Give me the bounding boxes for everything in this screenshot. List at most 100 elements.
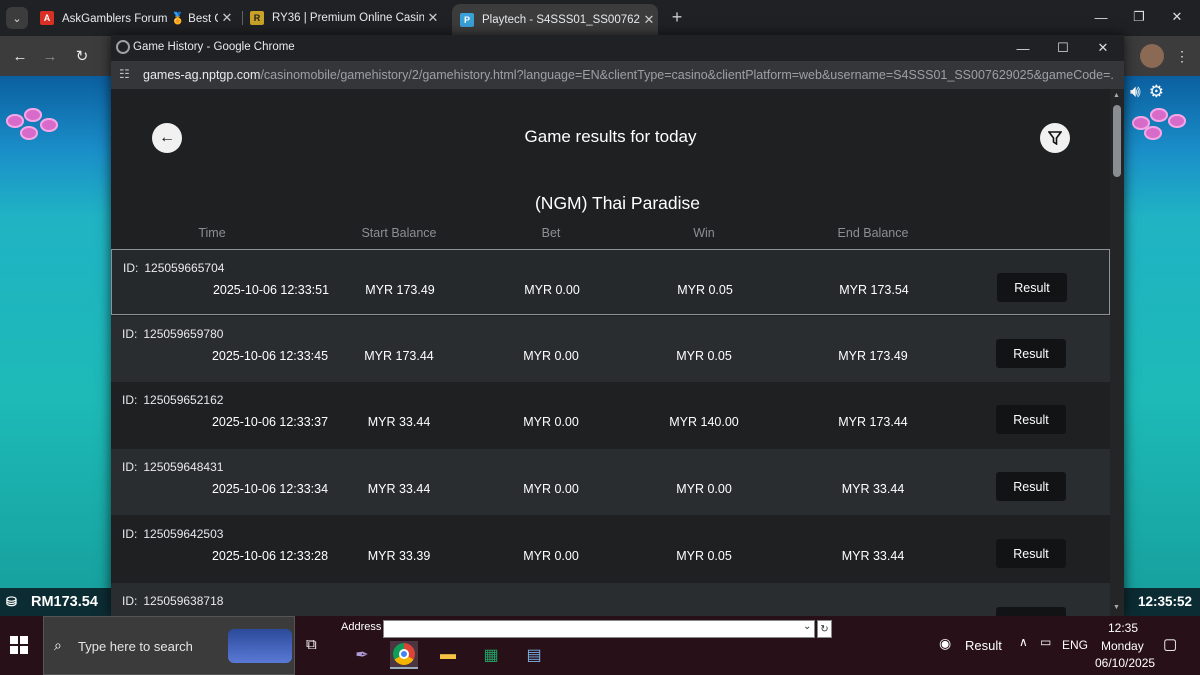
table-row[interactable]: ID: 125059659780 2025-10-06 12:33:45 MYR … [111,316,1110,382]
tab-separator [242,11,243,25]
tab-label: Playtech - S4SSS01_SS00762903 [482,14,640,26]
address-dropdown-icon[interactable]: ⌄ [803,621,811,632]
popup-url[interactable]: games-ag.nptgp.com/casinomobile/gamehist… [143,68,1113,82]
address-refresh-icon[interactable]: ↻ [817,620,832,638]
result-button[interactable]: Result [996,539,1066,568]
filter-funnel-icon[interactable] [1040,123,1070,153]
row-win: MYR 140.00 [669,415,739,429]
row-id: ID: 125059648431 [122,460,224,474]
tray-time[interactable]: 12:35 [1108,621,1138,635]
result-button[interactable] [996,607,1066,616]
row-id: ID: 125059638718 [122,594,224,608]
popup-minimize-icon[interactable]: — [1005,38,1041,58]
new-tab-plus-icon[interactable]: + [666,6,688,28]
address-input[interactable] [383,620,815,638]
chrome-logo [393,643,415,665]
scrollbar[interactable]: ▲ ▼ [1110,89,1124,616]
result-button[interactable]: Result [996,339,1066,368]
row-end-balance: MYR 173.54 [839,283,909,297]
tab-close-icon[interactable]: ✕ [424,10,442,26]
profile-avatar[interactable] [1140,44,1164,68]
taskbar-search[interactable]: ⌕ Type here to search [43,616,295,675]
result-button[interactable]: Result [996,472,1066,501]
tab-search-chevron-icon[interactable]: ⌄ [6,7,28,29]
orchid-flower-icon [1130,108,1190,148]
forward-arrow-icon[interactable]: → [38,44,62,68]
table-row[interactable]: ID: 125059652162 2025-10-06 12:33:37 MYR … [111,382,1110,448]
column-header-win: Win [693,226,715,240]
url-path: /casinomobile/gamehistory/2/gamehistory.… [260,68,1113,82]
tray-day[interactable]: Monday [1101,639,1144,653]
scroll-up-arrow-icon[interactable]: ▲ [1113,92,1120,99]
popup-title: Game History - Google Chrome [133,41,295,53]
site-info-icon[interactable]: ☷ [119,67,130,81]
chrome-taskbar-icon[interactable] [390,641,418,669]
row-end-balance: MYR 33.44 [841,549,905,563]
table-row[interactable]: ID: 125059648431 2025-10-06 12:33:34 MYR … [111,449,1110,515]
table-row[interactable]: ID: 125059638718 [111,583,1110,616]
tab-close-icon[interactable]: ✕ [640,12,658,28]
row-end-balance: MYR 173.44 [838,415,908,429]
taskbar: ⌕ Type here to search ⧉ Address ⌄ ↻ ✒ ▬ … [0,616,1200,675]
row-win: MYR 0.00 [676,482,732,496]
orchid-flower-icon [4,108,64,148]
outer-tab-bar: ⌄ A AskGamblers Forum 🏅 Best C ✕ R RY36 … [0,0,1200,36]
coin-stack-icon: ⛁ [6,594,17,609]
row-win: MYR 0.05 [676,549,732,563]
row-id: ID: 125059665704 [123,261,225,275]
show-hidden-icons-chevron-icon[interactable]: ∧ [1019,635,1028,649]
tab-playtech[interactable]: P Playtech - S4SSS01_SS00762903 ✕ [452,4,658,36]
history-page: ← Game results for today (NGM) Thai Para… [111,89,1110,616]
scrollbar-thumb[interactable] [1113,105,1121,177]
tab-label: RY36 | Premium Online Casino [272,12,424,24]
game-name: (NGM) Thai Paradise [534,193,700,213]
game-clock: 12:35:52 [1137,594,1192,609]
tab-close-icon[interactable]: ✕ [218,10,236,26]
window-close-icon[interactable]: ✕ [1154,4,1200,30]
scroll-down-arrow-icon[interactable]: ▼ [1113,604,1120,611]
row-id: ID: 125059659780 [122,327,224,341]
table-row[interactable]: ID: 125059642503 2025-10-06 12:33:28 MYR … [111,516,1110,582]
popup-maximize-icon[interactable]: ☐ [1045,38,1081,58]
game-controls: 🔊︎ ⚙ [1122,82,1164,102]
feather-app-icon[interactable]: ✒ [348,641,376,669]
chrome-icon [116,40,130,54]
address-label: Address [341,621,382,633]
popup-url-bar[interactable]: ☷ games-ag.nptgp.com/casinomobile/gamehi… [111,61,1124,89]
table-row[interactable]: ID: 125059665704 2025-10-06 12:33:51 MYR … [111,249,1110,315]
spreadsheet-app-icon[interactable]: ▦ [477,641,505,669]
result-button[interactable]: Result [996,405,1066,434]
back-arrow-icon[interactable]: ← [8,44,32,68]
reload-icon[interactable]: ↻ [70,44,94,68]
row-win: MYR 0.05 [676,349,732,363]
sound-icon[interactable]: 🔊︎ [1130,82,1141,101]
result-button[interactable]: Result [997,273,1067,302]
tab-ry36[interactable]: R RY36 | Premium Online Casino ✕ [250,5,442,31]
url-domain: games-ag.nptgp.com [143,68,261,82]
windows-start-icon[interactable] [10,636,28,654]
row-id: ID: 125059652162 [122,393,224,407]
task-view-icon[interactable]: ⧉ [306,636,317,653]
tab-askgamblers[interactable]: A AskGamblers Forum 🏅 Best C ✕ [40,5,236,31]
tab-label: AskGamblers Forum 🏅 Best C [62,13,218,25]
calculator-icon[interactable]: ▤ [520,641,548,669]
row-id: ID: 125059642503 [122,527,224,541]
menu-dots-icon[interactable]: ⋮ [1172,44,1192,68]
settings-gear-icon[interactable]: ⚙ [1149,82,1164,101]
result-app-tray-icon[interactable]: ◉ [939,635,951,652]
notification-icon[interactable]: ▢ [1163,635,1177,653]
column-header-time: Time [198,226,226,240]
search-highlight-image[interactable] [228,629,292,663]
network-icon[interactable]: ▭ [1040,635,1051,649]
file-explorer-icon[interactable]: ▬ [434,641,462,669]
askgamblers-favicon-icon: A [40,11,54,25]
ry36-favicon-icon: R [250,11,264,25]
row-end-balance: MYR 173.49 [838,349,908,363]
row-win: MYR 0.05 [677,283,733,297]
popup-close-icon[interactable]: ✕ [1085,38,1121,58]
tray-date[interactable]: 06/10/2025 [1095,656,1155,670]
playtech-favicon-icon: P [460,13,474,27]
row-end-balance: MYR 33.44 [841,482,905,496]
search-icon: ⌕ [54,637,62,653]
language-indicator[interactable]: ENG [1062,638,1088,652]
